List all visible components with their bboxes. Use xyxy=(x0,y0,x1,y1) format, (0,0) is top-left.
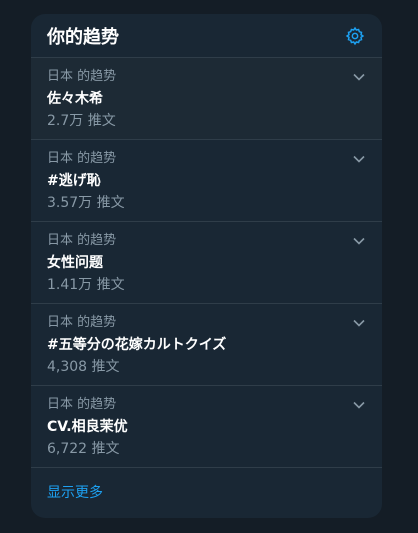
trend-tweet-count: 3.57万 推文 xyxy=(47,195,125,211)
trend-tweet-count: 4,308 推文 xyxy=(47,359,120,375)
chevron-down-icon[interactable] xyxy=(352,152,366,166)
trend-item[interactable]: 日本 的趋势 佐々木希 2.7万 推文 xyxy=(31,58,382,140)
trend-context: 日本 的趋势 xyxy=(47,233,117,248)
trends-title: 你的趋势 xyxy=(47,26,119,48)
chevron-down-icon[interactable] xyxy=(352,70,366,84)
trend-item[interactable]: 日本 的趋势 CV.相良茉优 6,722 推文 xyxy=(31,386,382,468)
trend-tweet-count: 6,722 推文 xyxy=(47,441,120,457)
trend-item[interactable]: 日本 的趋势 #逃げ恥 3.57万 推文 xyxy=(31,140,382,222)
trend-item[interactable]: 日本 的趋势 #五等分の花嫁カルトクイズ 4,308 推文 xyxy=(31,304,382,386)
trends-card: 你的趋势 日本 的趋势 佐々木希 2.7万 推文 日本 的趋势 #逃げ恥 3.5… xyxy=(31,14,382,518)
trend-context: 日本 的趋势 xyxy=(47,151,117,166)
trend-tweet-count: 2.7万 推文 xyxy=(47,113,116,129)
gear-icon[interactable] xyxy=(344,25,366,47)
trend-name[interactable]: #五等分の花嫁カルトクイズ xyxy=(47,334,366,356)
trend-context: 日本 的趋势 xyxy=(47,69,117,84)
trends-header: 你的趋势 xyxy=(31,14,382,58)
trend-context: 日本 的趋势 xyxy=(47,315,117,330)
trend-name[interactable]: CV.相良茉优 xyxy=(47,416,366,438)
trend-tweet-count: 1.41万 推文 xyxy=(47,277,125,293)
trend-name[interactable]: 佐々木希 xyxy=(47,88,366,110)
chevron-down-icon[interactable] xyxy=(352,316,366,330)
show-more-link[interactable]: 显示更多 xyxy=(31,468,382,518)
trend-context: 日本 的趋势 xyxy=(47,397,117,412)
trend-item[interactable]: 日本 的趋势 女性问题 1.41万 推文 xyxy=(31,222,382,304)
trend-name[interactable]: 女性问题 xyxy=(47,252,366,274)
trend-name[interactable]: #逃げ恥 xyxy=(47,170,366,192)
chevron-down-icon[interactable] xyxy=(352,234,366,248)
chevron-down-icon[interactable] xyxy=(352,398,366,412)
